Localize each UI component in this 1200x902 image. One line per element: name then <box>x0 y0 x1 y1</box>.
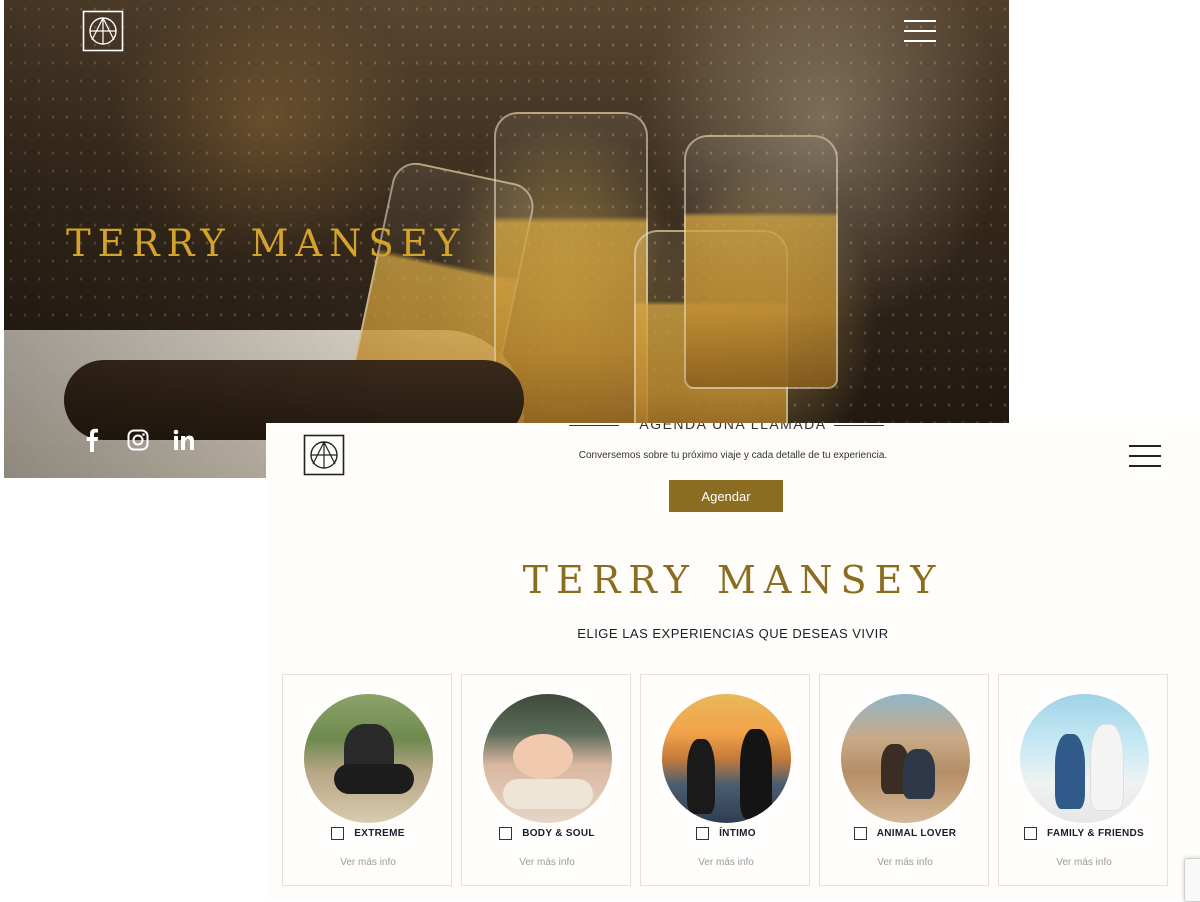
experience-card-body-soul[interactable]: BODY & SOUL Ver más info <box>461 674 631 886</box>
experience-checkbox[interactable] <box>696 827 710 840</box>
hero-title: TERRY MANSEY <box>66 222 467 265</box>
experience-label: BODY & SOUL <box>522 828 595 839</box>
experience-label: ÍNTIMO <box>719 828 756 839</box>
experience-checkbox[interactable] <box>331 827 345 840</box>
experience-photo <box>483 694 612 823</box>
more-info-link[interactable]: Ver más info <box>283 857 453 868</box>
more-info-link[interactable]: Ver más info <box>820 857 990 868</box>
social-links <box>78 426 198 454</box>
experience-label: EXTREME <box>354 828 405 839</box>
hero-banner: TERRY MANSEY <box>4 0 1009 478</box>
experience-photo <box>304 694 433 823</box>
more-info-link[interactable]: Ver más info <box>641 857 811 868</box>
recaptcha-badge[interactable] <box>1184 858 1200 902</box>
experience-photo <box>662 694 791 823</box>
brand-title: TERRY MANSEY <box>522 558 944 602</box>
experiences-heading: ELIGE LAS EXPERIENCIAS QUE DESEAS VIVIR <box>577 626 889 641</box>
experience-label: FAMILY & FRIENDS <box>1046 828 1145 839</box>
experience-checkbox[interactable] <box>853 827 867 840</box>
schedule-call-title: AGENDA UNA LLAMADA <box>639 423 827 432</box>
experience-card-family-friends[interactable]: FAMILY & FRIENDS Ver más info <box>998 674 1168 886</box>
more-info-link[interactable]: Ver más info <box>462 857 632 868</box>
more-info-link[interactable]: Ver más info <box>999 857 1169 868</box>
experience-card-extreme[interactable]: EXTREME Ver más info <box>282 674 452 886</box>
schedule-call-subtitle: Conversemos sobre tu próximo viaje y cad… <box>578 450 888 461</box>
experience-cards: EXTREME Ver más info BODY & SOUL Ver más… <box>282 674 1177 886</box>
experience-photo <box>841 694 970 823</box>
linkedin-icon[interactable] <box>170 426 198 454</box>
agendar-button[interactable]: Agendar <box>669 480 783 512</box>
instagram-icon[interactable] <box>124 426 152 454</box>
experience-label: ANIMAL LOVER <box>876 828 957 839</box>
experience-checkbox[interactable] <box>499 827 513 840</box>
facebook-icon[interactable] <box>78 426 106 454</box>
experiences-panel: AGENDA UNA LLAMADA Conversemos sobre tu … <box>266 423 1200 900</box>
experience-checkbox[interactable] <box>1023 827 1037 840</box>
compass-logo-icon[interactable] <box>82 10 124 52</box>
experience-photo <box>1020 694 1149 823</box>
hamburger-menu-icon[interactable] <box>904 20 936 42</box>
experience-card-animal-lover[interactable]: ANIMAL LOVER Ver más info <box>819 674 989 886</box>
experience-card-intimo[interactable]: ÍNTIMO Ver más info <box>640 674 810 886</box>
